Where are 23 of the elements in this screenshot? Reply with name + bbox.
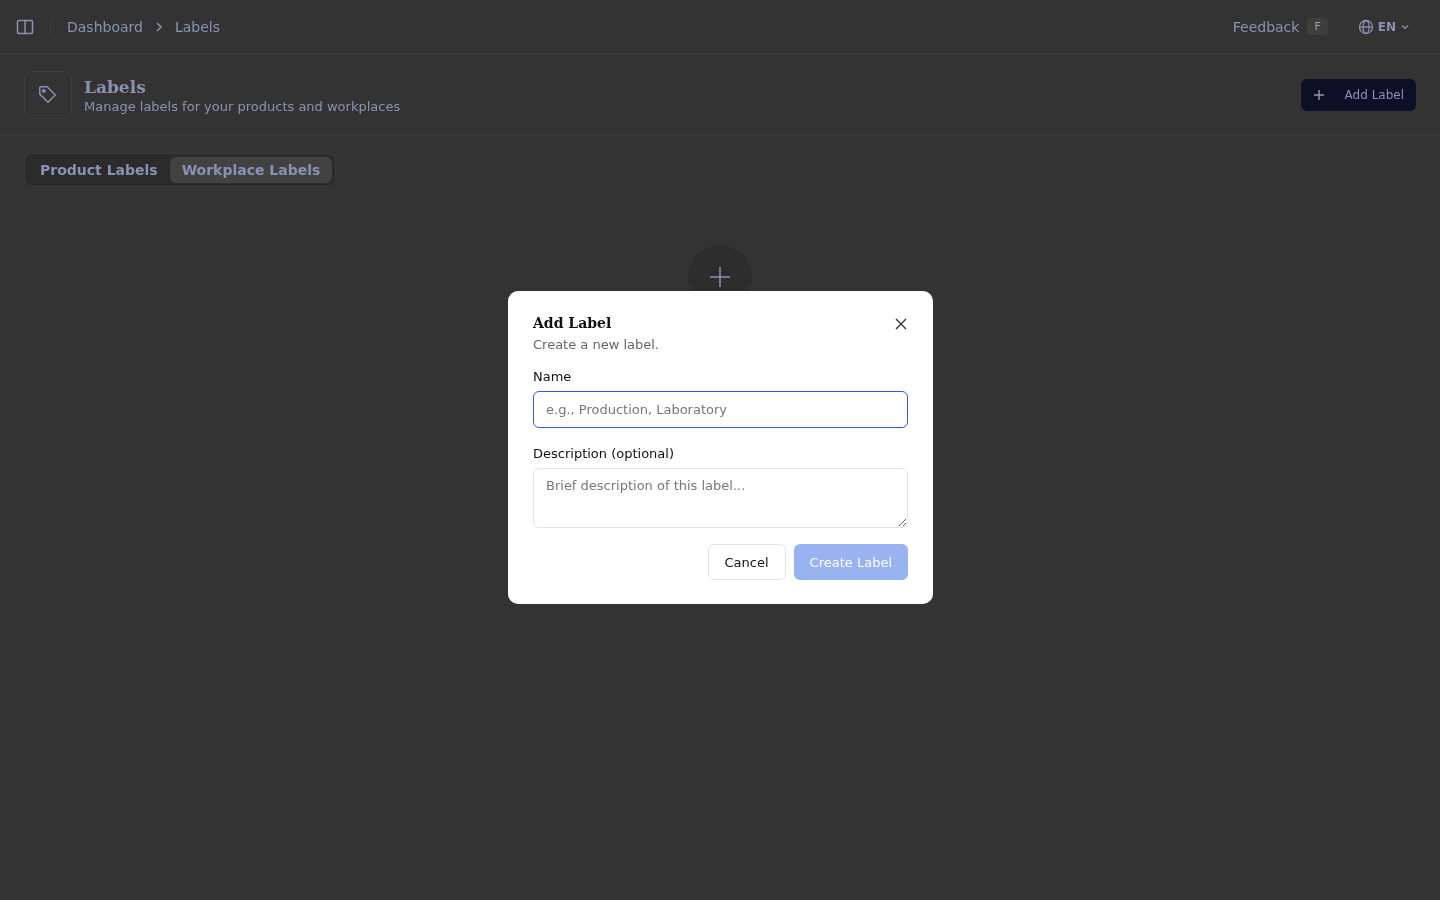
dialog-description: Create a new label. — [533, 337, 660, 352]
breadcrumb-link[interactable]: Labels — [174, 18, 221, 35]
add-label-button[interactable]: Add Label — [1300, 79, 1416, 111]
tag-icon — [24, 71, 72, 119]
description-text-area[interactable]: Brief description of this label... — [533, 468, 908, 528]
page-title: Labels — [84, 76, 147, 97]
feedback-button[interactable]: Feedback — [1232, 18, 1300, 35]
dialog-title: Add Label — [533, 315, 612, 331]
shortcut-key: F — [1307, 18, 1328, 35]
cancel-button[interactable]: Cancel — [707, 544, 786, 580]
chevron-right-icon — [154, 21, 163, 32]
name-input-field[interactable]: e.g., Production, Laboratory — [533, 391, 908, 428]
field-label: Name — [533, 369, 573, 384]
page-subtitle: Manage labels for your products and workplaces — [84, 98, 402, 114]
globe-icon — [1357, 18, 1374, 35]
tab[interactable]: Product Labels — [28, 157, 170, 183]
breadcrumb-link[interactable]: Dashboard — [67, 18, 143, 35]
field-label: Description (optional) — [533, 446, 675, 461]
tab[interactable]: Workplace Labels — [169, 157, 333, 183]
language-button[interactable]: EN — [1351, 17, 1416, 36]
plus-icon — [1312, 89, 1325, 101]
close-icon[interactable] — [895, 318, 907, 330]
sidebar-toggle-icon[interactable] — [16, 17, 34, 36]
